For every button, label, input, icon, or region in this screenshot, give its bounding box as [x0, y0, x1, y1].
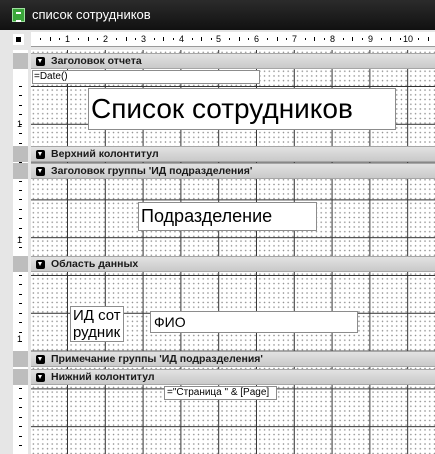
section-page-header[interactable]: Верхний колонтитул: [31, 146, 435, 162]
section-group-footer[interactable]: Примечание группы 'ИД подразделения': [31, 351, 435, 367]
report-header-selector[interactable]: [13, 53, 28, 69]
ruler-mark-6: 6: [254, 34, 260, 44]
ruler-mark-5: 5: [216, 34, 222, 44]
full-name-field[interactable]: ФИО: [150, 311, 358, 333]
ruler-mark-2: 2: [103, 34, 109, 44]
vruler-mark-detail: 1: [17, 334, 23, 344]
report-selector[interactable]: [13, 34, 24, 45]
horizontal-ruler[interactable]: 1 2 3 4 5 6 7 8 9 10: [31, 32, 435, 47]
section-label: Область данных: [51, 258, 139, 270]
page-header-selector[interactable]: [13, 146, 28, 162]
horizontal-ruler-ticks: [40, 37, 429, 41]
ruler-mark-10: 10: [403, 34, 414, 44]
date-field[interactable]: =Date(): [32, 70, 260, 84]
section-expand-icon: [36, 57, 45, 66]
section-detail[interactable]: Область данных: [31, 256, 435, 272]
section-report-header[interactable]: Заголовок отчета: [31, 53, 435, 69]
group-footer-selector[interactable]: [13, 351, 28, 367]
section-label: Примечание группы 'ИД подразделения': [51, 353, 263, 365]
section-label: Заголовок группы 'ИД подразделения': [51, 165, 253, 177]
report-title-label[interactable]: Список сотрудников: [88, 88, 396, 130]
vertical-ruler-ticks: [13, 50, 28, 454]
vertical-ruler[interactable]: 1 1 1: [13, 50, 28, 454]
page-footer-selector[interactable]: [13, 369, 28, 385]
section-page-footer[interactable]: Нижний колонтитул: [31, 369, 435, 385]
detail-selector[interactable]: [13, 256, 28, 272]
section-label: Верхний колонтитул: [51, 148, 159, 160]
section-expand-icon: [36, 260, 45, 269]
section-group-header[interactable]: Заголовок группы 'ИД подразделения': [31, 163, 435, 179]
employee-id-field[interactable]: ИД сотрудника: [70, 306, 124, 342]
vruler-mark-report-header: 1: [17, 119, 23, 129]
section-label: Нижний колонтитул: [51, 371, 155, 383]
ruler-mark-4: 4: [179, 34, 185, 44]
section-expand-icon: [36, 167, 45, 176]
page-number-field[interactable]: ="Страница " & [Page]: [164, 386, 277, 400]
department-label[interactable]: Подразделение: [138, 202, 317, 231]
window-title-bar: список сотрудников: [0, 0, 435, 30]
section-label: Заголовок отчета: [51, 55, 142, 67]
group-header-selector[interactable]: [13, 163, 28, 179]
window-title: список сотрудников: [32, 7, 151, 22]
report-icon: [12, 8, 25, 22]
ruler-mark-7: 7: [292, 34, 298, 44]
ruler-mark-1: 1: [65, 34, 71, 44]
section-expand-icon: [36, 373, 45, 382]
ruler-mark-8: 8: [330, 34, 336, 44]
ruler-mark-9: 9: [368, 34, 374, 44]
section-expand-icon: [36, 355, 45, 364]
ruler-mark-3: 3: [141, 34, 147, 44]
vruler-mark-group-header: 1: [17, 235, 23, 245]
section-expand-icon: [36, 150, 45, 159]
